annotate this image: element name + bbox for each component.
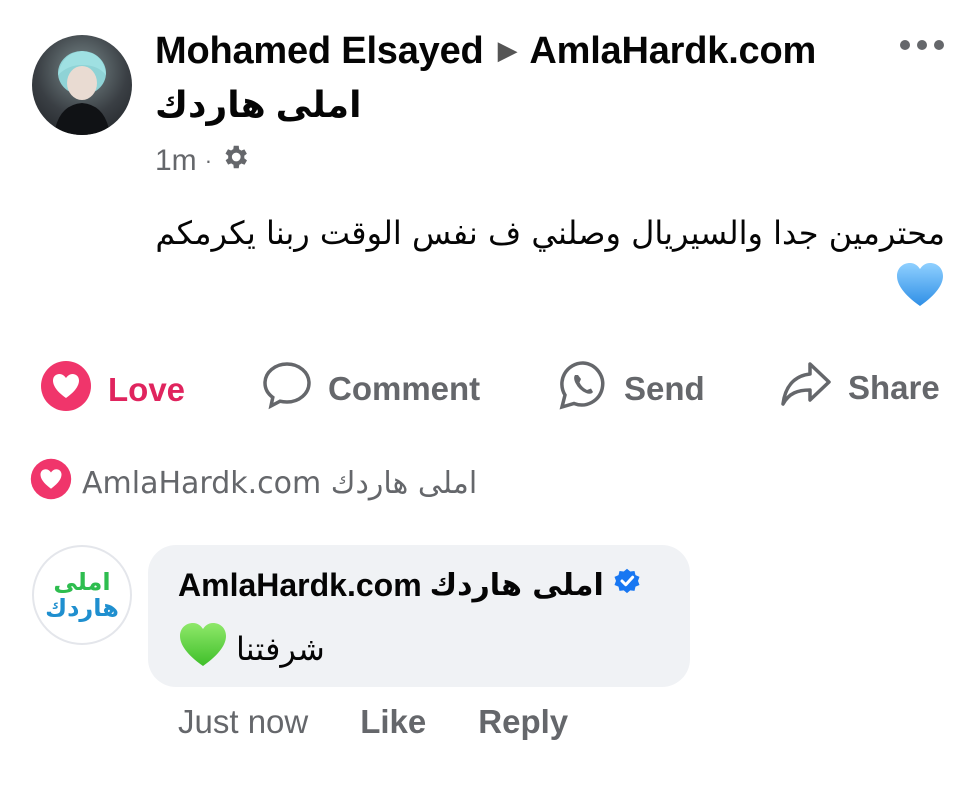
author-name[interactable]: Mohamed Elsayed	[155, 30, 484, 72]
comment-author-avatar[interactable]: املى هاردك	[32, 545, 132, 645]
green-heart-emoji	[178, 622, 228, 676]
love-button[interactable]: Love	[40, 360, 185, 420]
comment-author-ar: املى هاردك	[429, 567, 604, 603]
comment-time[interactable]: Just now	[178, 703, 308, 741]
heart-icon	[40, 360, 92, 420]
reaction-summary[interactable]: املى هاردك AmlaHardk.com	[30, 458, 477, 508]
comment-body: شرفتنا	[236, 630, 325, 668]
verified-badge-icon	[612, 566, 642, 604]
post-time[interactable]: 1m	[155, 144, 197, 178]
share-arrow-icon	[780, 360, 832, 416]
comment-button[interactable]: Comment	[262, 360, 480, 418]
comment-label: Comment	[328, 370, 481, 407]
reactor-name: املى هاردك AmlaHardk.com	[82, 465, 478, 501]
heart-icon	[30, 458, 72, 508]
blue-heart-emoji	[895, 262, 945, 313]
comment-meta: Just now Like Reply	[178, 703, 568, 741]
love-label: Love	[108, 371, 186, 408]
whatsapp-send-icon	[558, 360, 608, 418]
more-options-icon[interactable]	[900, 40, 944, 50]
post-body: محترمين جدا والسيريال وصلني ف نفس الوقت …	[155, 214, 945, 252]
avatar-logo-line1: املى	[53, 568, 111, 596]
comment-like-button[interactable]: Like	[360, 703, 426, 741]
post-author-line: Mohamed Elsayed ▶ AmlaHardk.com	[155, 30, 816, 73]
settings-gear-icon[interactable]	[220, 142, 250, 180]
send-label: Send	[624, 370, 705, 407]
comment-bubble-icon	[262, 360, 312, 418]
send-button[interactable]: Send	[558, 360, 705, 418]
comment-text: شرفتنا	[178, 622, 325, 676]
share-button[interactable]: Share	[780, 360, 940, 416]
arrow-right-icon: ▶	[497, 35, 518, 65]
comment-author[interactable]: AmlaHardk.com املى هاردك	[178, 566, 642, 604]
share-label: Share	[848, 369, 940, 406]
separator-dot: ·	[204, 148, 213, 173]
author-avatar[interactable]	[32, 35, 132, 135]
group-name-ar[interactable]: املى هاردك	[155, 84, 361, 126]
avatar-logo-line2: هاردك	[45, 594, 119, 622]
target-page-name[interactable]: AmlaHardk.com	[529, 30, 816, 72]
comment-reply-button[interactable]: Reply	[478, 703, 568, 741]
comment-author-en: AmlaHardk.com	[178, 566, 422, 603]
post-meta: 1m ·	[155, 142, 250, 180]
